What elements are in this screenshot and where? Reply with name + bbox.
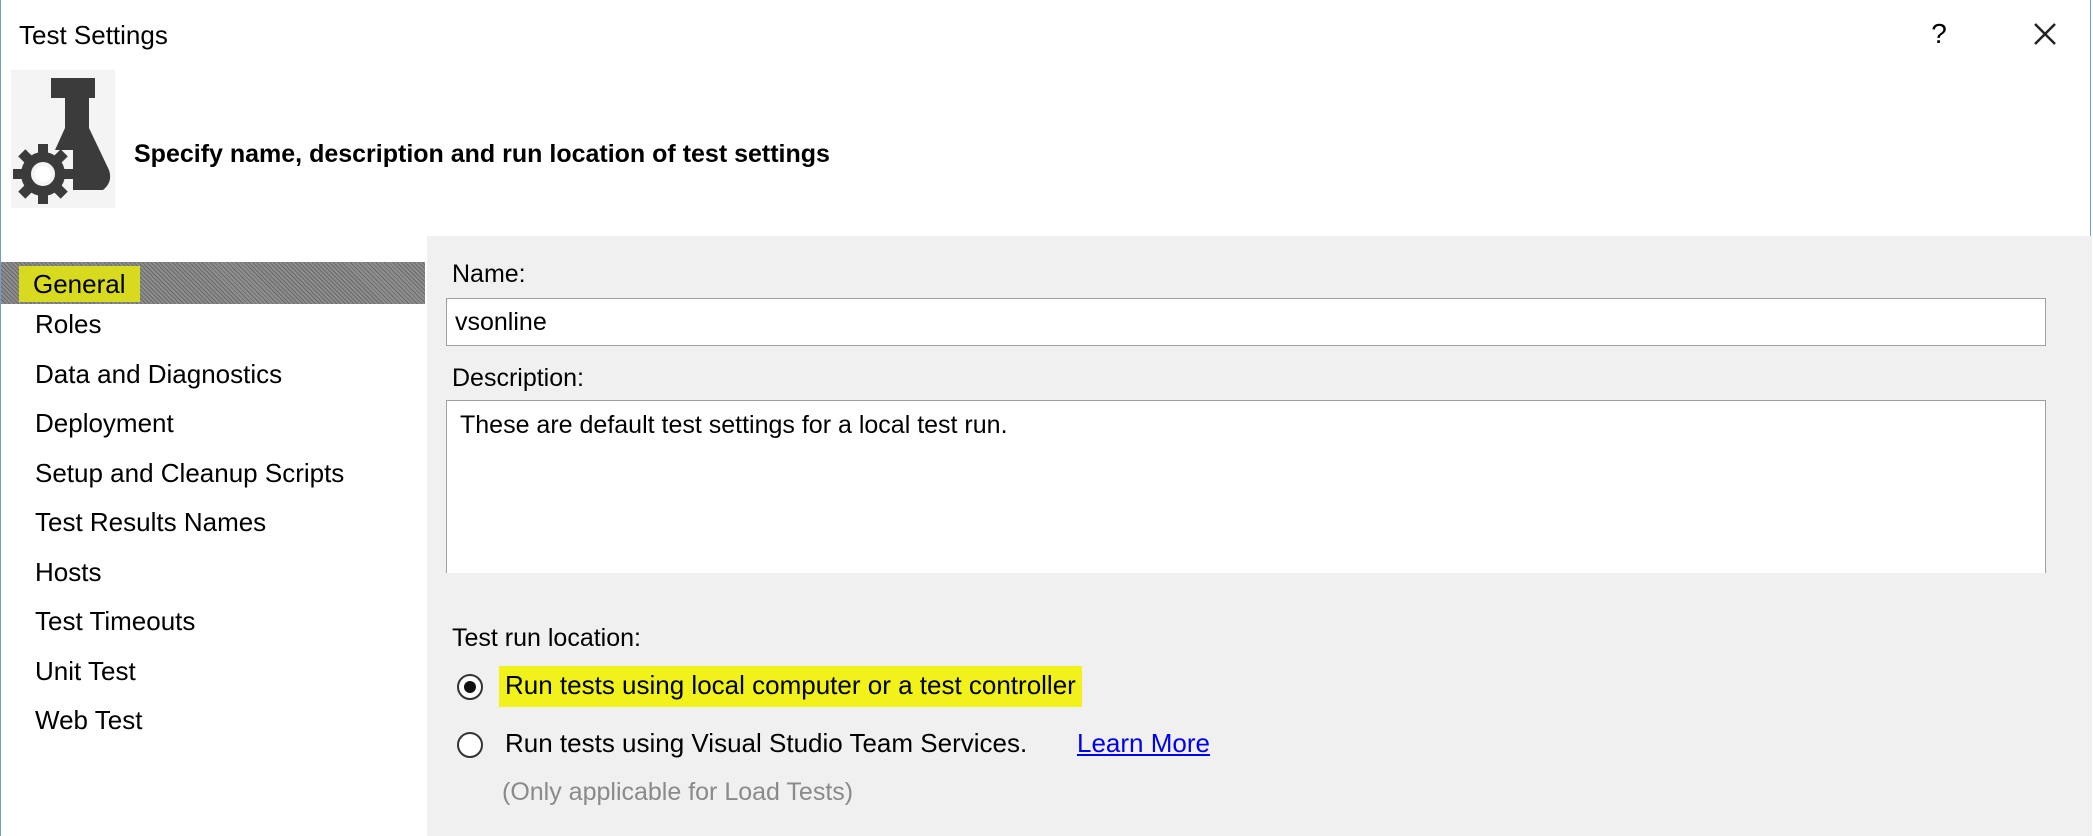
nav-item-unit-test[interactable]: Unit Test <box>1 651 425 693</box>
nav-item-label: Test Timeouts <box>35 606 196 636</box>
nav-item-roles[interactable]: Roles <box>1 304 425 346</box>
close-icon <box>2034 23 2056 45</box>
nav-item-label: Web Test <box>35 705 143 735</box>
nav-item-data-and-diagnostics[interactable]: Data and Diagnostics <box>1 354 425 396</box>
description-label: Description: <box>452 364 584 392</box>
nav-item-test-timeouts[interactable]: Test Timeouts <box>1 601 425 643</box>
test-run-location-label: Test run location: <box>452 624 641 652</box>
name-field[interactable] <box>446 298 2046 346</box>
nav-item-label: Data and Diagnostics <box>35 359 283 389</box>
nav-item-label: Test Results Names <box>35 507 267 537</box>
nav-item-test-results-names[interactable]: Test Results Names <box>1 502 425 544</box>
test-settings-dialog: Test Settings ? Specify name, descriptio… <box>0 0 2092 836</box>
radio-button-unchecked[interactable] <box>457 732 483 758</box>
nav-item-general[interactable]: General <box>1 262 425 304</box>
nav-item-setup-and-cleanup-scripts[interactable]: Setup and Cleanup Scripts <box>1 453 425 495</box>
radio-local-computer[interactable]: Run tests using local computer or a test… <box>457 666 1457 707</box>
nav-item-label: Deployment <box>35 408 174 438</box>
nav-item-web-test[interactable]: Web Test <box>1 700 425 742</box>
description-field[interactable]: These are default test settings for a lo… <box>446 400 2046 573</box>
nav-item-label: Setup and Cleanup Scripts <box>35 458 345 488</box>
nav-item-deployment[interactable]: Deployment <box>1 403 425 445</box>
learn-more-link[interactable]: Learn More <box>1077 728 1210 759</box>
dialog-title: Test Settings <box>19 20 168 50</box>
close-button[interactable] <box>2023 12 2067 56</box>
settings-panel: Name: Description: These are default tes… <box>427 236 2092 836</box>
flask-gear-icon <box>11 70 115 208</box>
help-button[interactable]: ? <box>1921 14 1957 54</box>
nav-item-label: Hosts <box>35 557 102 587</box>
nav-item-label: Roles <box>35 309 102 339</box>
nav-item-hosts[interactable]: Hosts <box>1 552 425 594</box>
radio-label: Run tests using Visual Studio Team Servi… <box>505 728 1028 758</box>
load-tests-note: (Only applicable for Load Tests) <box>502 778 854 806</box>
radio-button-checked[interactable] <box>457 674 483 700</box>
radio-label: Run tests using local computer or a test… <box>499 666 1082 707</box>
nav-item-label: Unit Test <box>35 656 136 686</box>
radio-visual-studio-team-services[interactable]: Run tests using Visual Studio Team Servi… <box>457 724 1457 764</box>
name-label: Name: <box>452 260 526 288</box>
banner-heading: Specify name, description and run locati… <box>134 140 830 168</box>
nav-item-label: General <box>19 266 140 302</box>
